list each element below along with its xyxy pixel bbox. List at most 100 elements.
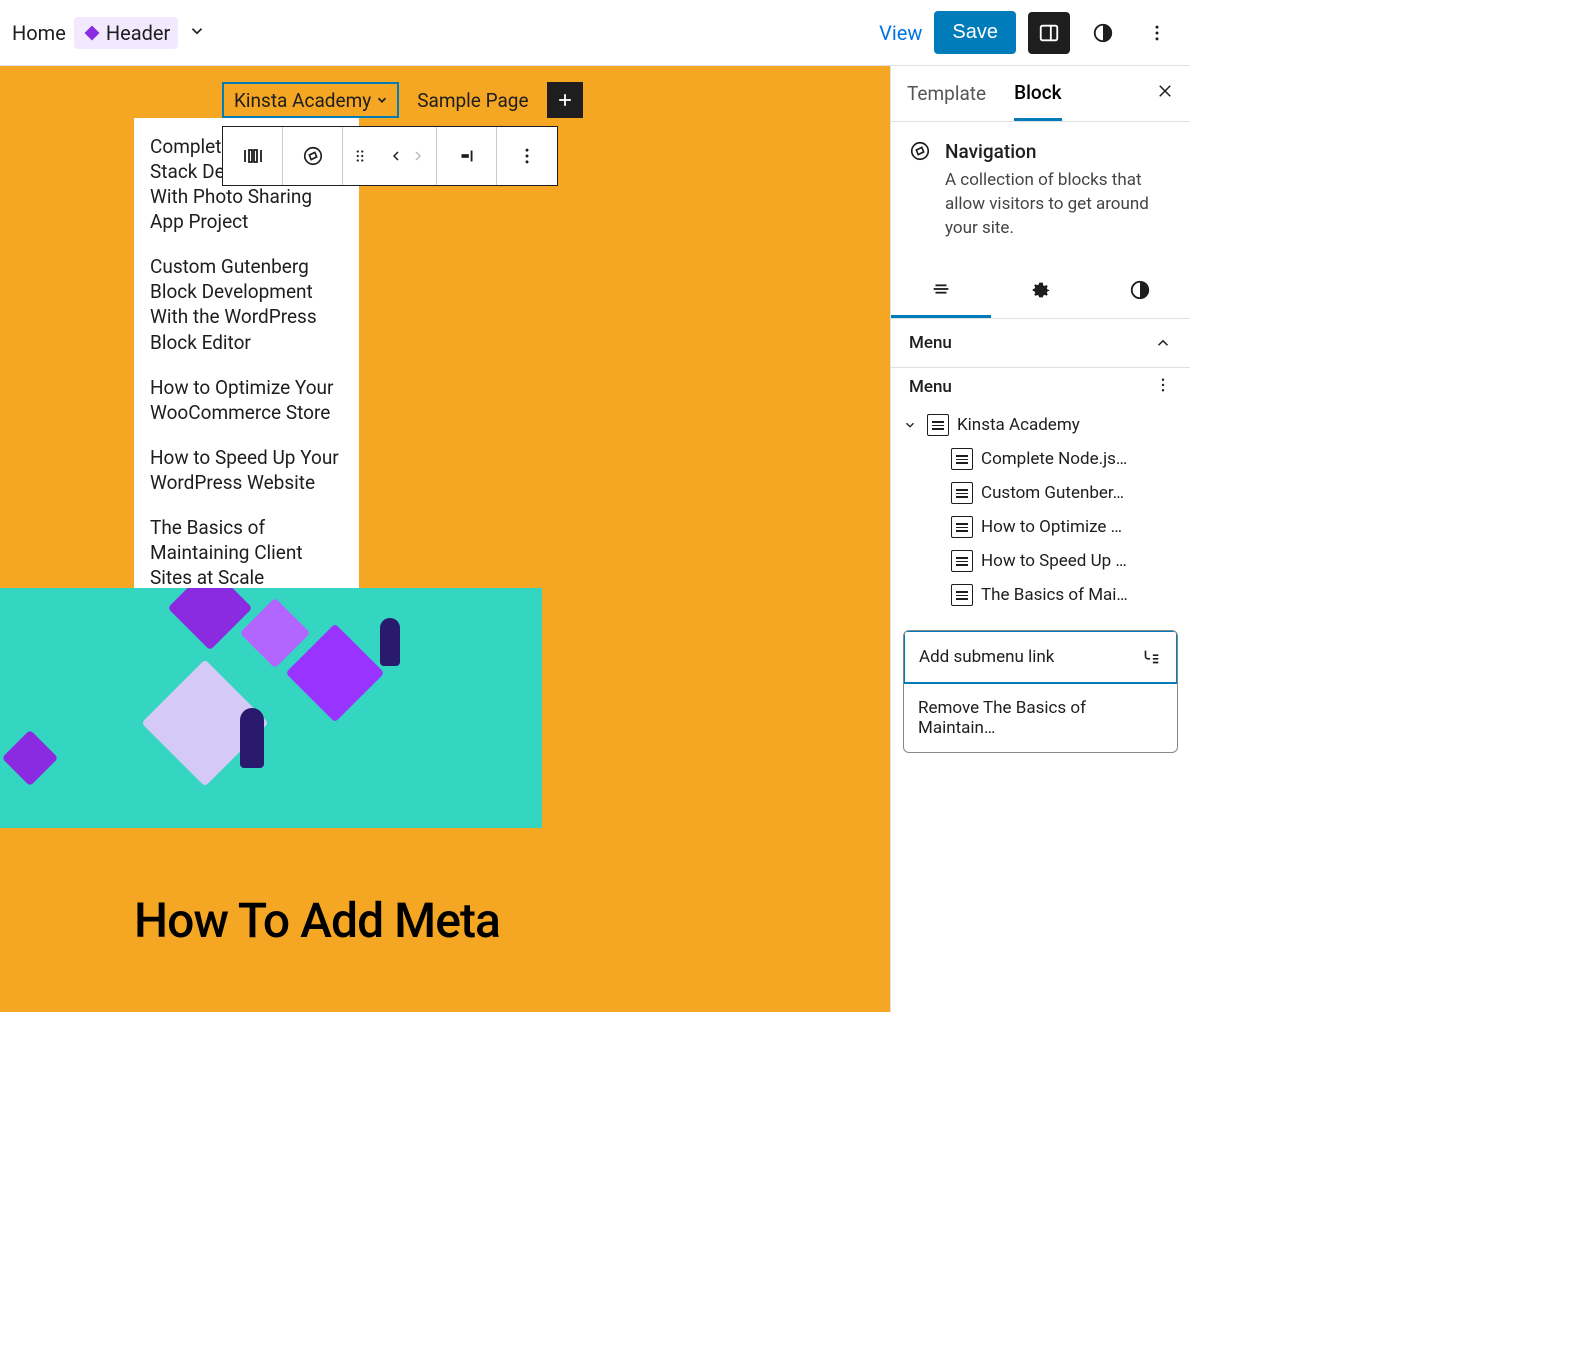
toolbar-block-type[interactable] xyxy=(283,127,343,185)
sidebar-tabs: Template Block xyxy=(891,66,1190,122)
justify-right-icon xyxy=(456,145,478,167)
toolbar-select-parent[interactable] xyxy=(223,127,283,185)
main: Kinsta Academy Sample Page Complete Node… xyxy=(0,66,1190,1012)
chevron-left-icon xyxy=(388,148,404,164)
plus-icon xyxy=(555,90,575,110)
chevron-down-icon xyxy=(188,22,206,40)
editor-canvas[interactable]: Kinsta Academy Sample Page Complete Node… xyxy=(0,66,890,1012)
menu-section-title: Menu xyxy=(909,333,952,353)
tree-label: How to Speed Up … xyxy=(981,551,1180,571)
add-submenu-link-button[interactable]: Add submenu link xyxy=(903,630,1178,684)
nav-item-kinsta-academy[interactable]: Kinsta Academy xyxy=(222,82,399,118)
submenu-item[interactable]: Custom Gutenberg Block Development With … xyxy=(150,254,343,354)
menu-tree: Kinsta Academy Complete Node.js… Custom … xyxy=(891,408,1190,626)
menu-header: Menu xyxy=(891,368,1190,408)
dots-vertical-icon xyxy=(1154,376,1172,394)
toolbar-move[interactable] xyxy=(377,127,437,185)
tree-label: Kinsta Academy xyxy=(957,415,1180,435)
dots-vertical-icon xyxy=(517,146,537,166)
tree-label: Custom Gutenber… xyxy=(981,483,1180,503)
view-link[interactable]: View xyxy=(879,21,922,45)
nav-block-icon xyxy=(82,23,102,43)
page-icon xyxy=(951,448,973,470)
navigation-block-icon xyxy=(909,140,931,240)
breadcrumb-context-label: Header xyxy=(106,21,170,45)
submenu-item[interactable]: How to Speed Up Your WordPress Website xyxy=(150,445,343,495)
settings-toggle-button[interactable] xyxy=(1028,12,1070,54)
top-bar: Home Header View Save xyxy=(0,0,1190,66)
close-icon xyxy=(1156,82,1174,100)
gear-icon xyxy=(1030,279,1052,301)
subtab-styles[interactable] xyxy=(1090,262,1190,318)
sidebar-icon xyxy=(1038,22,1060,44)
toolbar-more[interactable] xyxy=(497,127,557,185)
tab-block[interactable]: Block xyxy=(1014,67,1061,121)
submenu-dropdown: Complete Node.js Full Stack Development … xyxy=(134,118,359,608)
list-icon xyxy=(930,278,952,300)
chevron-right-icon xyxy=(410,148,426,164)
grip-columns-icon xyxy=(241,144,265,168)
sidebar-subtabs xyxy=(891,262,1190,319)
contrast-icon xyxy=(1092,22,1114,44)
tree-row[interactable]: Custom Gutenber… xyxy=(899,476,1182,510)
contrast-icon xyxy=(1129,279,1151,301)
tree-collapse-toggle[interactable] xyxy=(901,418,919,432)
submenu-item[interactable]: The Basics of Maintaining Client Sites a… xyxy=(150,515,343,590)
subheading-b: How To Add Meta xyxy=(134,892,500,949)
nav-strip: Kinsta Academy Sample Page xyxy=(222,82,583,118)
nav-add-button[interactable] xyxy=(547,82,583,118)
remove-item-label: Remove The Basics of Maintain… xyxy=(918,698,1163,738)
chevron-down-icon xyxy=(903,418,917,432)
block-toolbar xyxy=(222,126,558,186)
tree-label: The Basics of Mai… xyxy=(981,585,1180,605)
remove-item-button[interactable]: Remove The Basics of Maintain… xyxy=(904,684,1177,752)
more-menu-button[interactable] xyxy=(1136,12,1178,54)
page-icon xyxy=(927,414,949,436)
tree-label: How to Optimize … xyxy=(981,517,1180,537)
block-description: Navigation A collection of blocks that a… xyxy=(891,122,1190,262)
tree-label: Complete Node.js… xyxy=(981,449,1180,469)
breadcrumb-dropdown[interactable] xyxy=(182,16,212,50)
tree-row[interactable]: Complete Node.js… xyxy=(899,442,1182,476)
sidebar-close-button[interactable] xyxy=(1156,81,1174,106)
page-icon xyxy=(951,550,973,572)
submenu-icon xyxy=(1140,646,1162,668)
block-desc-text: A collection of blocks that allow visito… xyxy=(945,169,1172,240)
drag-handle-icon xyxy=(351,147,369,165)
toolbar-drag-handle[interactable] xyxy=(343,127,377,185)
breadcrumb-home[interactable]: Home xyxy=(8,15,70,51)
menu-section-toggle[interactable]: Menu xyxy=(891,319,1190,367)
tree-row[interactable]: How to Optimize … xyxy=(899,510,1182,544)
tab-template[interactable]: Template xyxy=(907,68,986,119)
nav-item-sample-page[interactable]: Sample Page xyxy=(399,82,546,118)
dots-vertical-icon xyxy=(1147,23,1167,43)
inspector-sidebar: Template Block Navigation A collection o… xyxy=(890,66,1190,1012)
chevron-down-icon xyxy=(375,93,389,107)
page-icon xyxy=(951,516,973,538)
topbar-actions: View Save xyxy=(879,11,1178,54)
menu-actions-button[interactable] xyxy=(1154,376,1172,398)
styles-button[interactable] xyxy=(1082,12,1124,54)
save-button[interactable]: Save xyxy=(934,11,1016,54)
compass-icon xyxy=(909,140,931,162)
breadcrumb: Home Header xyxy=(8,15,212,51)
subtab-settings[interactable] xyxy=(991,262,1091,318)
block-title: Navigation xyxy=(945,140,1172,163)
toolbar-justify[interactable] xyxy=(437,127,497,185)
tree-row[interactable]: How to Speed Up … xyxy=(899,544,1182,578)
nav-item-label: Kinsta Academy xyxy=(234,89,371,112)
menu-action-box: Add submenu link Remove The Basics of Ma… xyxy=(903,630,1178,753)
menu-title: Menu xyxy=(909,377,952,397)
add-submenu-label: Add submenu link xyxy=(919,647,1054,667)
illustration-image xyxy=(0,588,542,828)
breadcrumb-header[interactable]: Header xyxy=(74,17,178,49)
page-icon xyxy=(951,482,973,504)
menu-section: Menu xyxy=(891,319,1190,368)
page-icon xyxy=(951,584,973,606)
chevron-up-icon xyxy=(1154,334,1172,352)
tree-row[interactable]: The Basics of Mai… xyxy=(899,578,1182,612)
navigation-icon xyxy=(302,145,324,167)
subtab-list-view[interactable] xyxy=(891,262,991,318)
tree-row-root[interactable]: Kinsta Academy xyxy=(899,408,1182,442)
submenu-item[interactable]: How to Optimize Your WooCommerce Store xyxy=(150,375,343,425)
